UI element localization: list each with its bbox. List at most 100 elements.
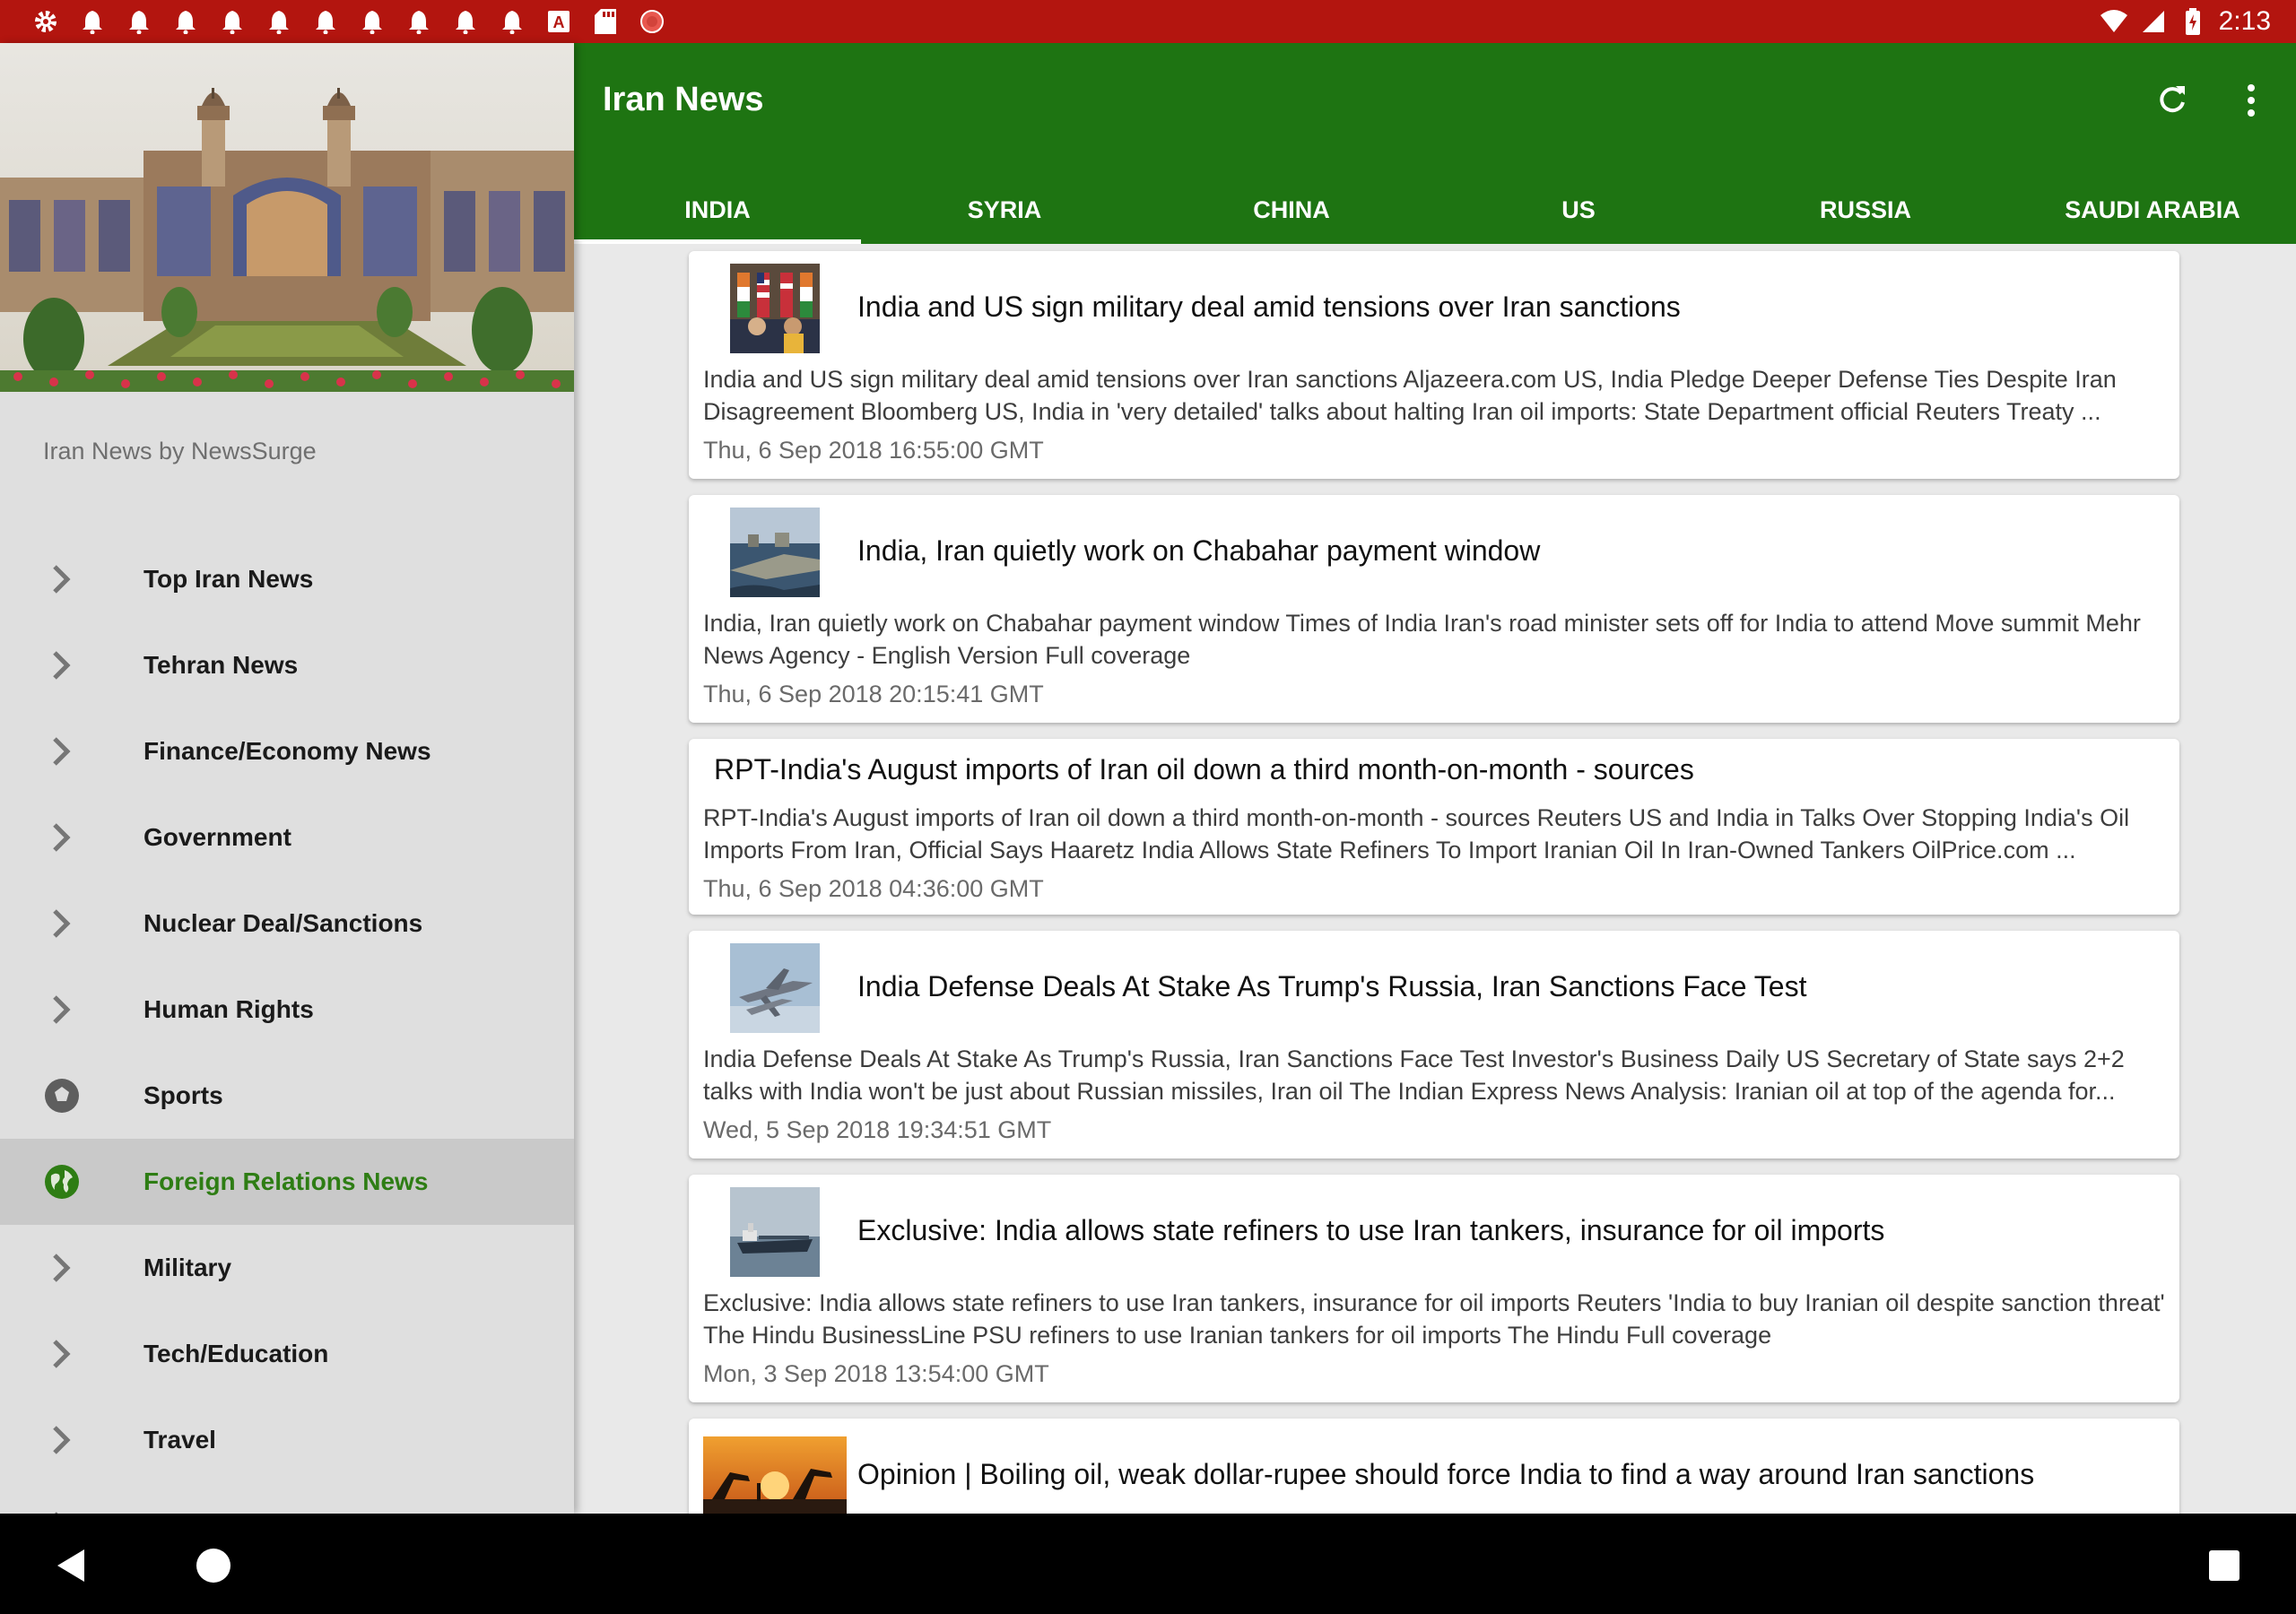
chevron-right-icon bbox=[43, 991, 81, 1028]
drawer-header-image bbox=[0, 43, 574, 392]
chevron-right-icon bbox=[43, 1421, 81, 1459]
chevron-right-icon bbox=[43, 560, 81, 598]
app-bar: Iran News INDIA SYRIA CHINA US RUSSIA SAUDI A… bbox=[574, 43, 2296, 244]
drawer-item-label: Government bbox=[144, 823, 291, 851]
drawer-item-label: Tehran News bbox=[144, 651, 299, 679]
drawer-item-military[interactable]: Military bbox=[0, 1225, 574, 1311]
drawer-item-label: Social Media bbox=[144, 1512, 296, 1514]
home-button[interactable] bbox=[194, 1546, 233, 1585]
news-title: India, Iran quietly work on Chabahar pay… bbox=[857, 534, 1541, 567]
drawer-item-label: Human Rights bbox=[144, 995, 314, 1023]
drawer-item-label: Top Iran News bbox=[144, 565, 314, 593]
chevron-right-icon bbox=[43, 1249, 81, 1287]
recents-icon bbox=[2209, 1550, 2239, 1581]
more-options-button[interactable] bbox=[2231, 81, 2271, 120]
chevron-right-icon bbox=[43, 905, 81, 942]
bell-icon bbox=[172, 8, 199, 35]
news-summary: India, Iran quietly work on Chabahar pay… bbox=[703, 610, 2141, 669]
news-title: Opinion | Boiling oil, weak dollar-rupee… bbox=[857, 1458, 2035, 1490]
bell-icon bbox=[405, 8, 432, 35]
drawer-item-label: Sports bbox=[144, 1081, 223, 1109]
signal-icon bbox=[2140, 8, 2167, 35]
news-thumbnail bbox=[730, 943, 820, 1033]
drawer-item-tehran-news[interactable]: Tehran News bbox=[0, 622, 574, 708]
news-card[interactable]: India and US sign military deal amid ten… bbox=[689, 251, 2179, 479]
drawer-item-government[interactable]: Government bbox=[0, 794, 574, 881]
drawer-item-foreign-relations-news[interactable]: Foreign Relations News bbox=[0, 1139, 574, 1225]
bell-icon bbox=[452, 8, 479, 35]
record-icon bbox=[639, 8, 665, 35]
status-bar: A 2:13 bbox=[0, 0, 2296, 43]
news-card[interactable]: RPT-India's August imports of Iran oil d… bbox=[689, 739, 2179, 915]
news-summary: India Defense Deals At Stake As Trump's … bbox=[703, 1046, 2125, 1105]
news-thumbnail bbox=[703, 1436, 847, 1514]
news-thumbnail bbox=[730, 1187, 820, 1277]
tab-syria[interactable]: SYRIA bbox=[861, 176, 1148, 244]
news-title: Exclusive: India allows state refiners t… bbox=[857, 1214, 1885, 1246]
app-screen: { "status_bar": { "time": "2:13", "notif… bbox=[0, 0, 2296, 1614]
news-title: India Defense Deals At Stake As Trump's … bbox=[857, 970, 1807, 1002]
app-title: Iran News bbox=[603, 81, 764, 118]
tab-saudi-arabia[interactable]: SAUDI ARABIA bbox=[2009, 176, 2296, 244]
notification-icons: A bbox=[0, 8, 665, 35]
news-thumbnail bbox=[730, 508, 820, 597]
news-card[interactable]: Opinion | Boiling oil, weak dollar-rupee… bbox=[689, 1419, 2179, 1514]
bell-icon bbox=[359, 8, 386, 35]
drawer-item-travel[interactable]: Travel bbox=[0, 1397, 574, 1483]
news-date: Mon, 3 Sep 2018 13:54:00 GMT bbox=[703, 1360, 1049, 1387]
globe-icon bbox=[43, 1163, 81, 1201]
bell-icon bbox=[126, 8, 152, 35]
news-card[interactable]: India Defense Deals At Stake As Trump's … bbox=[689, 931, 2179, 1158]
wifi-icon bbox=[2100, 8, 2127, 35]
news-summary: India and US sign military deal amid ten… bbox=[703, 366, 2117, 425]
home-icon bbox=[196, 1549, 230, 1583]
drawer-item-label: Foreign Relations News bbox=[144, 1167, 429, 1195]
font-icon: A bbox=[545, 8, 572, 35]
drawer-item-top-iran-news[interactable]: Top Iran News bbox=[0, 536, 574, 622]
soccer-ball-icon bbox=[43, 1077, 81, 1115]
back-icon bbox=[57, 1549, 84, 1582]
tab-china[interactable]: CHINA bbox=[1148, 176, 1435, 244]
drawer-item-label: Finance/Economy News bbox=[144, 737, 431, 765]
drawer-item-social-media[interactable]: Social Media bbox=[0, 1483, 574, 1514]
refresh-icon bbox=[2160, 86, 2185, 113]
country-tabs: INDIA SYRIA CHINA US RUSSIA SAUDI ARABIA bbox=[574, 176, 2296, 244]
drawer-item-label: Tech/Education bbox=[144, 1340, 329, 1367]
news-summary: Exclusive: India allows state refiners t… bbox=[703, 1289, 2165, 1349]
tab-russia[interactable]: RUSSIA bbox=[1722, 176, 2009, 244]
news-summary: RPT-India's August imports of Iran oil d… bbox=[703, 804, 2130, 863]
drawer-subtitle: Iran News by NewsSurge bbox=[43, 438, 317, 464]
drawer-item-label: Travel bbox=[144, 1426, 216, 1453]
battery-icon bbox=[2179, 8, 2206, 35]
clock: 2:13 bbox=[2218, 6, 2271, 36]
bell-icon bbox=[219, 8, 246, 35]
bell-icon bbox=[265, 8, 292, 35]
drawer-item-finance-economy-news[interactable]: Finance/Economy News bbox=[0, 708, 574, 794]
drawer-item-sports[interactable]: Sports bbox=[0, 1053, 574, 1139]
recents-button[interactable] bbox=[2205, 1546, 2244, 1585]
news-title: RPT-India's August imports of Iran oil d… bbox=[714, 753, 1694, 785]
refresh-button[interactable] bbox=[2152, 81, 2192, 120]
tab-india[interactable]: INDIA bbox=[574, 176, 861, 244]
bell-icon bbox=[312, 8, 339, 35]
chevron-right-icon bbox=[43, 819, 81, 856]
back-button[interactable] bbox=[52, 1546, 91, 1585]
chevron-right-icon bbox=[43, 646, 81, 684]
system-nav-bar bbox=[0, 1514, 2296, 1614]
drawer-item-label: Nuclear Deal/Sanctions bbox=[144, 909, 423, 937]
news-list: India and US sign military deal amid ten… bbox=[574, 244, 2296, 1514]
news-card[interactable]: Exclusive: India allows state refiners t… bbox=[689, 1175, 2179, 1402]
bell-icon bbox=[499, 8, 526, 35]
drawer-item-human-rights[interactable]: Human Rights bbox=[0, 967, 574, 1053]
tab-us[interactable]: US bbox=[1435, 176, 1722, 244]
news-card[interactable]: India, Iran quietly work on Chabahar pay… bbox=[689, 495, 2179, 723]
news-date: Thu, 6 Sep 2018 04:36:00 GMT bbox=[703, 875, 1044, 902]
news-title: India and US sign military deal amid ten… bbox=[857, 291, 1681, 323]
drawer-item-tech-education[interactable]: Tech/Education bbox=[0, 1311, 574, 1397]
drawer-item-nuclear-deal-sanctions[interactable]: Nuclear Deal/Sanctions bbox=[0, 881, 574, 967]
news-date: Thu, 6 Sep 2018 16:55:00 GMT bbox=[703, 437, 1044, 464]
system-status: 2:13 bbox=[2100, 0, 2271, 43]
drawer-nav-list: Top Iran News Tehran News Finance/Economy … bbox=[0, 536, 574, 1514]
drawer-item-label: Military bbox=[144, 1254, 232, 1281]
news-date: Thu, 6 Sep 2018 20:15:41 GMT bbox=[703, 681, 1044, 707]
